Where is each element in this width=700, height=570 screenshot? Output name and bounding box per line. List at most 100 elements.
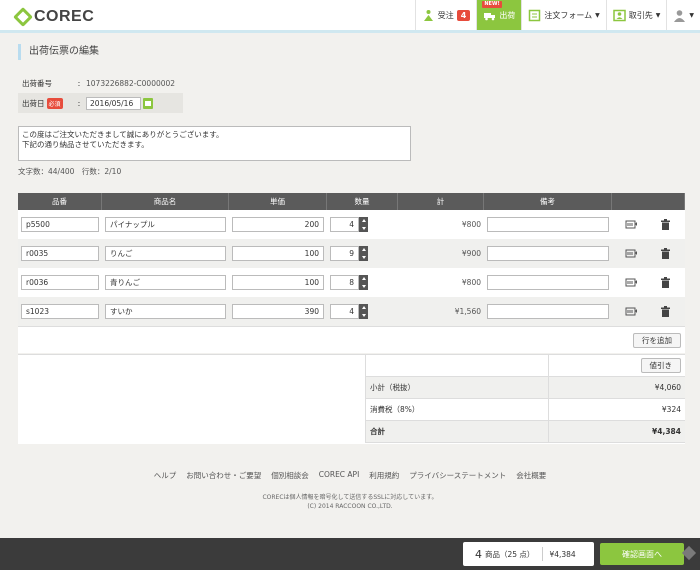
cart-summary: 4 商品（25 点） ¥4,384 bbox=[463, 542, 594, 566]
item-name-input[interactable]: りんご bbox=[105, 246, 226, 261]
ship-date-input[interactable]: 2016/05/16 bbox=[86, 96, 141, 110]
contacts-icon bbox=[613, 9, 626, 21]
item-note-input[interactable] bbox=[487, 304, 609, 319]
nav-shipping[interactable]: NEW! 出荷 bbox=[476, 0, 522, 30]
table-row: s1023 すいか 390 4 ¥1,560 bbox=[18, 297, 685, 326]
footer-link-help[interactable]: ヘルプ bbox=[154, 470, 177, 481]
footer-links: ヘルプ お問い合わせ・ご要望 個別相談会 COREC API 利用規約 プライバ… bbox=[0, 470, 700, 481]
shipment-number-value: 1073226882-C0000002 bbox=[86, 78, 176, 88]
calendar-icon[interactable] bbox=[143, 97, 153, 109]
trash-icon[interactable] bbox=[659, 276, 672, 289]
item-note-input[interactable] bbox=[487, 246, 609, 261]
discount-button[interactable]: 値引き bbox=[640, 358, 681, 373]
footer-link-company[interactable]: 会社概要 bbox=[516, 470, 546, 481]
memo-line-1: この度はご注文いただきまして誠にありがとうございます。 bbox=[22, 130, 224, 139]
logo-mark-icon bbox=[13, 7, 33, 27]
table-header: 品番 商品名 単価 数量 計 備考 bbox=[18, 193, 685, 210]
form-icon bbox=[529, 9, 541, 21]
item-code-input[interactable]: r0035 bbox=[21, 246, 99, 261]
footer-link-terms[interactable]: 利用規約 bbox=[369, 470, 399, 481]
summary-totals: 値引き 小計（税抜） ¥4,060 消費税（8%） ¥324 合計 ¥4,384 bbox=[365, 355, 685, 443]
barcode-icon[interactable] bbox=[625, 247, 638, 260]
item-total: ¥900 bbox=[461, 249, 481, 258]
nav-shipping-label: 出荷 bbox=[499, 10, 516, 20]
barcode-icon[interactable] bbox=[625, 305, 638, 318]
cart-total: ¥4,384 bbox=[549, 549, 576, 559]
item-name-input[interactable]: 青りんご bbox=[105, 275, 226, 290]
item-total: ¥800 bbox=[461, 278, 481, 287]
summary-panel: 値引き 小計（税抜） ¥4,060 消費税（8%） ¥324 合計 ¥4,384 bbox=[18, 354, 685, 444]
footer-link-privacy[interactable]: プライバシーステートメント bbox=[409, 470, 506, 481]
item-qty-input[interactable]: 9 bbox=[330, 246, 359, 261]
trash-icon[interactable] bbox=[659, 218, 672, 231]
brand-name: COREC bbox=[34, 8, 95, 25]
tax-row: 消費税（8%） ¥324 bbox=[365, 399, 685, 421]
bottom-bar bbox=[0, 538, 700, 570]
item-qty-input[interactable]: 4 bbox=[330, 304, 359, 319]
barcode-icon[interactable] bbox=[625, 218, 638, 231]
item-code-input[interactable]: s1023 bbox=[21, 304, 99, 319]
item-code-input[interactable]: r0036 bbox=[21, 275, 99, 290]
ship-date-row: 出荷日 必須 : 2016/05/16 bbox=[18, 93, 183, 113]
cart-count-label: 商品（25 点） bbox=[485, 549, 535, 559]
footer-link-contact[interactable]: お問い合わせ・ご要望 bbox=[186, 470, 261, 481]
trash-icon[interactable] bbox=[659, 247, 672, 260]
nav-customers-label: 取引先 bbox=[628, 10, 653, 20]
items-table: 品番 商品名 単価 数量 計 備考 p5500 パイナップル 200 4 ¥80… bbox=[18, 193, 685, 353]
qty-stepper[interactable] bbox=[359, 246, 368, 261]
footer-link-consultation[interactable]: 個別相談会 bbox=[271, 470, 309, 481]
chevron-down-icon: ▼ bbox=[689, 11, 694, 19]
qty-stepper[interactable] bbox=[359, 275, 368, 290]
nav-account[interactable]: ▼ bbox=[666, 0, 700, 30]
nav-customers[interactable]: 取引先 ▼ bbox=[605, 0, 667, 30]
item-name-input[interactable]: パイナップル bbox=[105, 217, 226, 232]
corec-logo[interactable]: COREC bbox=[13, 7, 95, 27]
total-row: 合計 ¥4,384 bbox=[365, 421, 685, 443]
copyright: (C) 2014 RACCOON CO.,LTD. bbox=[307, 503, 393, 510]
header-total: 計 bbox=[398, 193, 484, 210]
barcode-icon[interactable] bbox=[625, 276, 638, 289]
trash-icon[interactable] bbox=[659, 305, 672, 318]
confirm-button[interactable]: 確認画面へ bbox=[600, 543, 684, 565]
total-value: ¥4,384 bbox=[548, 421, 681, 442]
tax-label: 消費税（8%） bbox=[370, 405, 420, 414]
header-note: 備考 bbox=[484, 193, 612, 210]
chevron-down-icon: ▼ bbox=[595, 11, 600, 19]
item-note-input[interactable] bbox=[487, 275, 609, 290]
qty-stepper[interactable] bbox=[359, 304, 368, 319]
item-name-input[interactable]: すいか bbox=[105, 304, 226, 319]
item-code-input[interactable]: p5500 bbox=[21, 217, 99, 232]
footer-link-api[interactable]: COREC API bbox=[319, 470, 360, 481]
nav-orders[interactable]: 受注 4 bbox=[414, 0, 477, 30]
add-row-bar: 行を追加 bbox=[18, 326, 685, 353]
header-code: 品番 bbox=[18, 193, 102, 210]
page-title: 出荷伝票の編集 bbox=[18, 44, 99, 60]
cart-count: 4 bbox=[475, 547, 482, 561]
nav-order-form[interactable]: 注文フォーム ▼ bbox=[521, 0, 605, 30]
item-price-input[interactable]: 390 bbox=[232, 304, 324, 319]
header-price: 単価 bbox=[229, 193, 327, 210]
new-badge: NEW! bbox=[482, 1, 502, 8]
item-qty-input[interactable]: 8 bbox=[330, 275, 359, 290]
item-price-input[interactable]: 100 bbox=[232, 275, 324, 290]
worker-icon bbox=[423, 9, 433, 21]
item-note-input[interactable] bbox=[487, 217, 609, 232]
ssl-note: CORECは個人情報を暗号化して送信するSSLに対応しています。 bbox=[262, 494, 438, 501]
shipment-number-row: 出荷番号 : 1073226882-C0000002 bbox=[18, 73, 183, 93]
main-nav: 受注 4 NEW! 出荷 注文フォーム ▼ 取引先 ▼ ▼ bbox=[414, 0, 700, 30]
truck-icon bbox=[484, 12, 496, 20]
footer: ヘルプ お問い合わせ・ご要望 個別相談会 COREC API 利用規約 プライバ… bbox=[0, 470, 700, 511]
add-row-button[interactable]: 行を追加 bbox=[633, 332, 681, 348]
item-price-input[interactable]: 100 bbox=[232, 246, 324, 261]
memo-textarea[interactable]: この度はご注文いただきまして誠にありがとうございます。 下記の通り納品させていた… bbox=[18, 126, 411, 161]
item-qty-input[interactable]: 4 bbox=[330, 217, 359, 232]
item-price-input[interactable]: 200 bbox=[232, 217, 324, 232]
qty-stepper[interactable] bbox=[359, 217, 368, 232]
total-label: 合計 bbox=[370, 427, 385, 436]
header-actions bbox=[612, 193, 685, 210]
memo-line-2: 下記の通り納品させていただきます。 bbox=[22, 140, 149, 149]
nav-order-form-label: 注文フォーム bbox=[544, 10, 593, 20]
header-name: 商品名 bbox=[102, 193, 229, 210]
header-qty: 数量 bbox=[327, 193, 398, 210]
subtotal-row: 小計（税抜） ¥4,060 bbox=[365, 377, 685, 399]
